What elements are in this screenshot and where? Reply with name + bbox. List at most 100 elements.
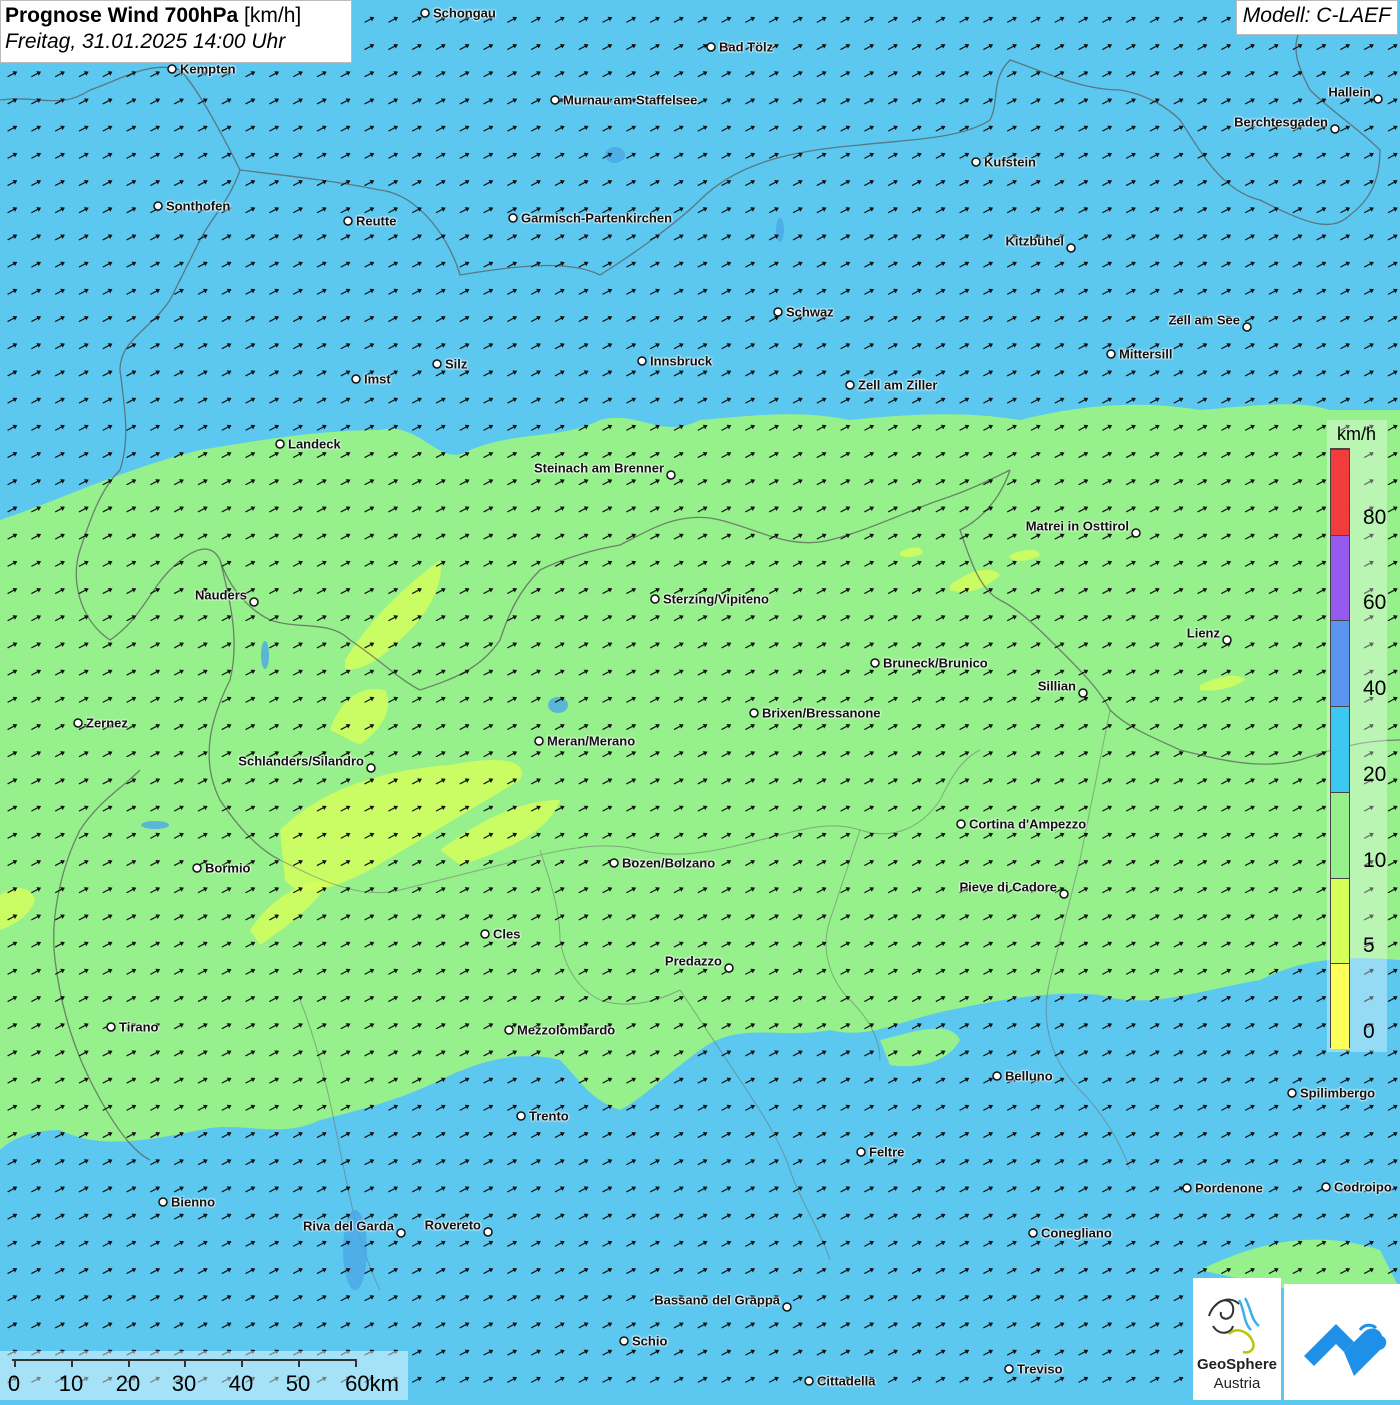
scale-bar: 0102030405060km [0, 1351, 408, 1400]
city-marker [750, 709, 758, 717]
color-legend: km/h 051020406080 [1327, 420, 1387, 1052]
city-marker [993, 1072, 1001, 1080]
city-marker [725, 964, 733, 972]
city-label: Pordenone [1195, 1181, 1263, 1196]
city-label: Kufstein [984, 155, 1036, 170]
city-label: Trento [529, 1109, 569, 1124]
city-marker [1331, 125, 1339, 133]
scale-label: 60km [345, 1371, 399, 1397]
title-box: Prognose Wind 700hPa [km/h] Freitag, 31.… [0, 0, 352, 63]
city-label: Predazzo [665, 954, 722, 969]
legend-label: 60 [1363, 591, 1386, 615]
city-marker [805, 1377, 813, 1385]
city-label: Spilimbergo [1300, 1086, 1375, 1101]
city-label: Schlanders/Silandro [238, 754, 364, 769]
city-marker [159, 1198, 167, 1206]
city-label: Lienz [1187, 626, 1220, 641]
city-label: Cles [493, 927, 520, 942]
city-marker [344, 217, 352, 225]
city-marker [484, 1228, 492, 1236]
city-label: Silz [445, 357, 467, 372]
city-label: Mittersill [1119, 347, 1172, 362]
scale-tick [355, 1359, 357, 1367]
model-label: Modell: C-LAEF [1236, 0, 1398, 35]
legend-color-bar [1330, 448, 1350, 1048]
city-marker [505, 1026, 513, 1034]
map-title-main: Prognose Wind 700hPa [5, 4, 238, 27]
city-label: Bassano del Grappa [654, 1293, 780, 1308]
legend-label: 10 [1363, 849, 1386, 873]
city-marker [250, 598, 258, 606]
city-marker [1374, 95, 1382, 103]
city-marker [1322, 1183, 1330, 1191]
city-label: Zernez [86, 716, 128, 731]
city-marker [1079, 689, 1087, 697]
legend-segment [1331, 620, 1349, 706]
city-label: Bruneck/Brunico [883, 656, 988, 671]
city-marker [857, 1148, 865, 1156]
city-label: Zell am See [1168, 313, 1240, 328]
city-marker [74, 719, 82, 727]
city-label: Brixen/Bressanone [762, 706, 881, 721]
city-label: Kitzbühel [1006, 234, 1065, 249]
legend-segment [1331, 706, 1349, 792]
city-label: Cittadella [817, 1374, 876, 1389]
city-label: Nauders [195, 588, 247, 603]
city-label: Bozen/Bolzano [622, 856, 715, 871]
city-marker [1060, 890, 1068, 898]
city-label: Reutte [356, 214, 396, 229]
legend-segment [1331, 449, 1349, 535]
city-label: Bormio [205, 861, 251, 876]
city-label: Schwaz [786, 305, 834, 320]
scale-tick [128, 1359, 130, 1367]
legend-label: 5 [1363, 934, 1375, 958]
mountain-cloud-icon [1284, 1284, 1400, 1400]
city-label: Steinach am Brenner [534, 461, 664, 476]
city-marker [957, 820, 965, 828]
city-label: Tirano [119, 1020, 159, 1035]
city-label: Matrei in Osttirol [1026, 519, 1129, 534]
city-marker [421, 9, 429, 17]
partner-logo [1284, 1284, 1400, 1400]
legend-segment [1331, 535, 1349, 621]
scale-tick [241, 1359, 243, 1367]
city-marker [107, 1023, 115, 1031]
city-marker [1223, 636, 1231, 644]
city-label: Murnau am Staffelsee [563, 93, 697, 108]
city-label: Landeck [288, 437, 341, 452]
city-marker [367, 764, 375, 772]
city-marker [352, 375, 360, 383]
city-marker [193, 864, 201, 872]
city-label: Hallein [1328, 85, 1371, 100]
city-marker [397, 1229, 405, 1237]
city-label: Imst [364, 372, 391, 387]
scale-label: 20 [116, 1371, 140, 1397]
geosphere-country: Austria [1193, 1375, 1281, 1392]
scale-label: 0 [8, 1371, 20, 1397]
city-marker [535, 737, 543, 745]
city-label: Codroipo [1334, 1180, 1392, 1195]
city-marker [276, 440, 284, 448]
city-label: Feltre [869, 1145, 904, 1160]
city-label: Bienno [171, 1195, 215, 1210]
city-marker [1288, 1089, 1296, 1097]
city-label: Conegliano [1041, 1226, 1112, 1241]
city-marker [774, 308, 782, 316]
scale-tick [71, 1359, 73, 1367]
city-label: Sterzing/Vipiteno [663, 592, 769, 607]
legend-label: 20 [1363, 763, 1386, 787]
city-label: Zell am Ziller [858, 378, 937, 393]
map-title: Prognose Wind 700hPa [km/h] [5, 4, 347, 28]
scale-label: 40 [229, 1371, 253, 1397]
city-marker [1029, 1229, 1037, 1237]
city-marker [871, 659, 879, 667]
city-label: Berchtesgaden [1234, 115, 1328, 130]
scale-tick [298, 1359, 300, 1367]
city-label: Bad Tölz [719, 40, 773, 55]
scale-tick [184, 1359, 186, 1367]
city-marker [638, 357, 646, 365]
city-label: Riva del Garda [303, 1219, 394, 1234]
city-label: Cortina d'Ampezzo [969, 817, 1086, 832]
city-label: Sillian [1038, 679, 1076, 694]
legend-label: 0 [1363, 1020, 1375, 1044]
